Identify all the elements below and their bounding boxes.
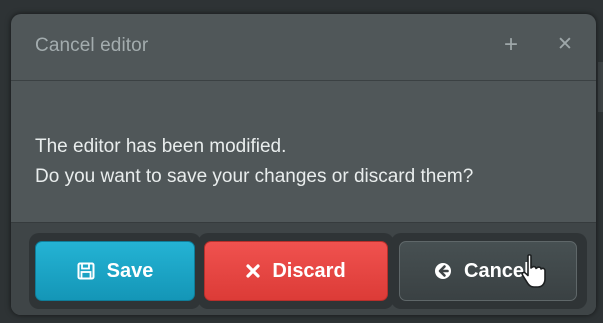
plus-icon[interactable]: + (500, 32, 522, 58)
dialog-button-bar: Save Discard Cancel (11, 222, 596, 315)
discard-button-frame: Discard (198, 233, 394, 309)
discard-button[interactable]: Discard (204, 241, 388, 301)
floppy-disk-icon (77, 262, 95, 280)
arrow-circle-left-icon (434, 262, 452, 280)
message-line: The editor has been modified. (35, 136, 287, 157)
cancel-editor-dialog: Cancel editor + ✕ The editor has been mo… (11, 14, 596, 315)
pointer-cursor-icon (518, 252, 548, 292)
dialog-titlebar: Cancel editor + ✕ (11, 14, 596, 81)
dialog-message: The editor has been modified. Do you wan… (35, 132, 473, 192)
dialog-title: Cancel editor (35, 35, 149, 56)
background-window-edge (598, 62, 603, 112)
save-button-label: Save (106, 259, 154, 282)
cancel-button[interactable]: Cancel (399, 241, 577, 301)
save-button-frame: Save (29, 233, 201, 309)
discard-button-label: Discard (272, 259, 346, 282)
message-line: Do you want to save your changes or disc… (35, 166, 474, 187)
close-icon[interactable]: ✕ (554, 32, 576, 58)
save-button[interactable]: Save (35, 241, 195, 301)
cancel-button-frame: Cancel (391, 233, 587, 309)
x-icon (246, 264, 260, 278)
